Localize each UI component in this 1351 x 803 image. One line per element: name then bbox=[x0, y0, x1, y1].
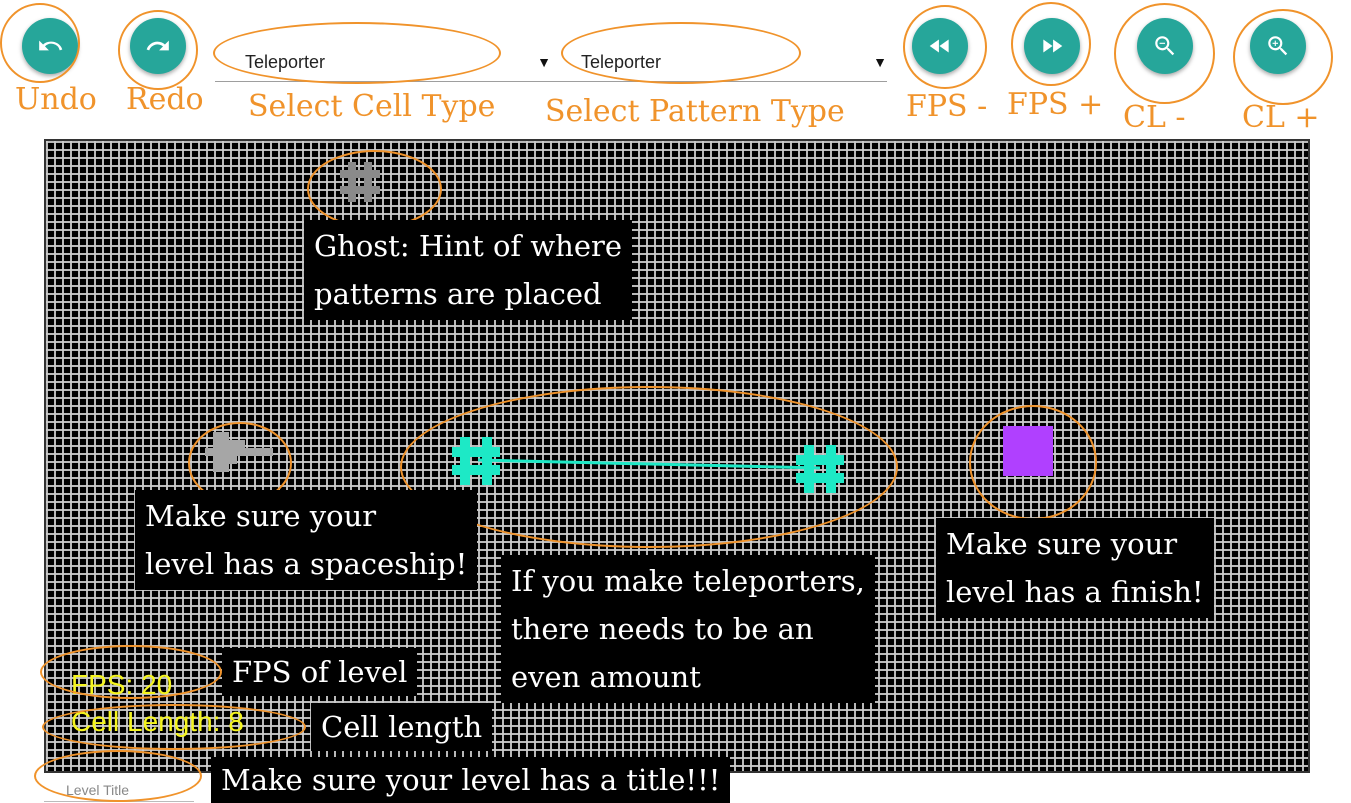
fps-readout: FPS: 20 bbox=[71, 669, 173, 700]
ghost-note: Ghost: Hint of where patterns are placed bbox=[304, 220, 633, 320]
level-title-input[interactable] bbox=[44, 778, 194, 801]
spaceship-note: Make sure your level has a spaceship! bbox=[135, 490, 478, 590]
finish-cell bbox=[1003, 426, 1053, 476]
teleporters-note: If you make teleporters, there needs to … bbox=[501, 555, 875, 703]
level-title-note: Make sure your level has a title!!! bbox=[211, 757, 731, 803]
teleporter-cell bbox=[452, 437, 500, 485]
fps-note: FPS of level bbox=[222, 648, 418, 696]
level-title-field[interactable] bbox=[44, 778, 194, 802]
finish-note: Make sure your level has a finish! bbox=[936, 518, 1214, 618]
teleporter-cell bbox=[796, 445, 844, 493]
cell-length-note: Cell length bbox=[311, 703, 493, 751]
cell-length-readout: Cell Length: 8 bbox=[71, 706, 244, 737]
